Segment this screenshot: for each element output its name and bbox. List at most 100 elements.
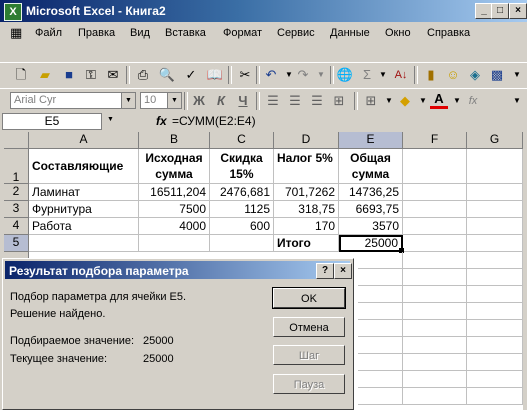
email-icon[interactable]: ✉ xyxy=(104,66,122,84)
permission-icon[interactable]: ⚿ xyxy=(82,66,100,84)
font-name-dropdown-icon[interactable]: ▼ xyxy=(121,93,135,108)
menu-file[interactable]: Файл xyxy=(35,27,62,39)
row-header-1[interactable]: 1 xyxy=(4,149,29,184)
name-box-dropdown-icon[interactable]: ▼ xyxy=(104,116,117,128)
insert-function-icon[interactable]: fx xyxy=(156,114,167,128)
underline-button[interactable]: Ч xyxy=(234,92,252,110)
cell-b4[interactable]: 4000 xyxy=(139,218,210,235)
menu-tools[interactable]: Сервис xyxy=(277,27,315,39)
cell-d5[interactable]: Итого xyxy=(274,235,339,252)
cell-e7[interactable] xyxy=(358,269,403,286)
borders-icon[interactable]: ⊞ xyxy=(362,92,380,110)
cell-g5[interactable] xyxy=(467,235,523,252)
font-name-select[interactable]: Arial Cyr ▼ xyxy=(10,92,136,109)
help-icon[interactable]: ▩ xyxy=(488,66,506,84)
cell-b5[interactable] xyxy=(139,235,210,252)
cell-d2[interactable]: 701,7262 xyxy=(274,184,339,201)
cut-icon[interactable]: ✂ xyxy=(236,66,254,84)
cell-b2[interactable]: 16511,204 xyxy=(139,184,210,201)
menu-data[interactable]: Данные xyxy=(330,27,370,39)
cell-g8[interactable] xyxy=(467,286,523,303)
insert-function-toolbar-icon[interactable]: fx xyxy=(464,92,482,110)
align-left-icon[interactable]: ☰ xyxy=(264,92,282,110)
row-header-2[interactable]: 2 xyxy=(4,184,29,201)
align-center-icon[interactable]: ☰ xyxy=(286,92,304,110)
drawing-icon[interactable]: ◈ xyxy=(466,66,484,84)
print-icon[interactable]: ⎙ xyxy=(134,66,152,84)
cell-g11[interactable] xyxy=(467,337,523,354)
cell-e14[interactable] xyxy=(358,388,403,405)
close-button[interactable]: × xyxy=(509,3,527,19)
bold-button[interactable]: Ж xyxy=(190,92,208,110)
cell-f9[interactable] xyxy=(403,303,467,320)
cell-e10[interactable] xyxy=(358,320,403,337)
row-header-4[interactable]: 4 xyxy=(4,218,29,235)
menu-window[interactable]: Окно xyxy=(385,27,411,39)
cell-f12[interactable] xyxy=(403,354,467,371)
format-options-icon[interactable]: ▼ xyxy=(508,92,526,110)
row-header-5[interactable]: 5 xyxy=(4,235,29,252)
save-icon[interactable]: ■ xyxy=(60,66,78,84)
sort-ascending-icon[interactable]: A↓ xyxy=(392,66,410,84)
cell-f5[interactable] xyxy=(403,235,467,252)
column-header-c[interactable]: C xyxy=(210,132,274,149)
cell-f13[interactable] xyxy=(403,371,467,388)
cell-g7[interactable] xyxy=(467,269,523,286)
column-header-d[interactable]: D xyxy=(274,132,339,149)
chart-wizard-icon[interactable]: ▮ xyxy=(422,66,440,84)
cell-b3[interactable]: 7500 xyxy=(139,201,210,218)
ok-button[interactable]: OK xyxy=(272,287,346,309)
new-icon[interactable]: 🗋 xyxy=(12,66,30,84)
font-size-dropdown-icon[interactable]: ▼ xyxy=(167,93,181,108)
cell-g1[interactable] xyxy=(467,149,523,184)
cell-b1[interactable]: Исходная сумма xyxy=(139,149,210,184)
cell-a2[interactable]: Ламинат xyxy=(29,184,139,201)
column-header-b[interactable]: B xyxy=(139,132,210,149)
cell-e6[interactable] xyxy=(358,252,403,269)
cell-f3[interactable] xyxy=(403,201,467,218)
cell-e4[interactable]: 3570 xyxy=(339,218,403,235)
dialog-help-button[interactable]: ? xyxy=(316,263,334,279)
cell-g13[interactable] xyxy=(467,371,523,388)
cell-e12[interactable] xyxy=(358,354,403,371)
dialog-close-button[interactable]: × xyxy=(334,263,352,279)
cell-g10[interactable] xyxy=(467,320,523,337)
autosum-dropdown-icon[interactable]: ▼ xyxy=(374,66,392,84)
fill-color-icon[interactable]: ◆ xyxy=(396,92,414,110)
cell-g4[interactable] xyxy=(467,218,523,235)
cell-g6[interactable] xyxy=(467,252,523,269)
cancel-button[interactable]: Отмена xyxy=(273,317,345,337)
cell-f2[interactable] xyxy=(403,184,467,201)
cell-f4[interactable] xyxy=(403,218,467,235)
row-header-3[interactable]: 3 xyxy=(4,201,29,218)
column-header-g[interactable]: G xyxy=(467,132,523,149)
menu-insert[interactable]: Вставка xyxy=(165,27,206,39)
cell-d3[interactable]: 318,75 xyxy=(274,201,339,218)
font-size-select[interactable]: 10 ▼ xyxy=(140,92,182,109)
toolbar-options-icon[interactable]: ▼ xyxy=(508,66,526,84)
select-all-corner[interactable] xyxy=(4,132,29,149)
hyperlink-icon[interactable]: 🌐 xyxy=(336,66,354,84)
cell-g2[interactable] xyxy=(467,184,523,201)
cell-g9[interactable] xyxy=(467,303,523,320)
font-color-icon[interactable]: A xyxy=(430,92,448,109)
maximize-button[interactable]: □ xyxy=(491,3,509,19)
column-header-a[interactable]: A xyxy=(29,132,139,149)
undo-icon[interactable]: ↶ xyxy=(262,66,280,84)
cell-a3[interactable]: Фурнитура xyxy=(29,201,139,218)
cell-a5[interactable] xyxy=(29,235,139,252)
name-box[interactable]: E5 xyxy=(2,113,102,130)
cell-c2[interactable]: 2476,681 xyxy=(210,184,274,201)
menu-view[interactable]: Вид xyxy=(130,27,150,39)
pause-button[interactable]: Пауза xyxy=(273,374,345,394)
cell-g14[interactable] xyxy=(467,388,523,405)
merge-center-icon[interactable]: ⊞ xyxy=(330,92,348,110)
cell-e3[interactable]: 6693,75 xyxy=(339,201,403,218)
cell-g12[interactable] xyxy=(467,354,523,371)
cell-e9[interactable] xyxy=(358,303,403,320)
cell-e5-selected[interactable]: 25000 xyxy=(339,235,403,252)
step-button[interactable]: Шаг xyxy=(273,345,345,365)
redo-dropdown-icon[interactable]: ▼ xyxy=(312,66,330,84)
cell-c3[interactable]: 1125 xyxy=(210,201,274,218)
italic-button[interactable]: К xyxy=(212,92,230,110)
